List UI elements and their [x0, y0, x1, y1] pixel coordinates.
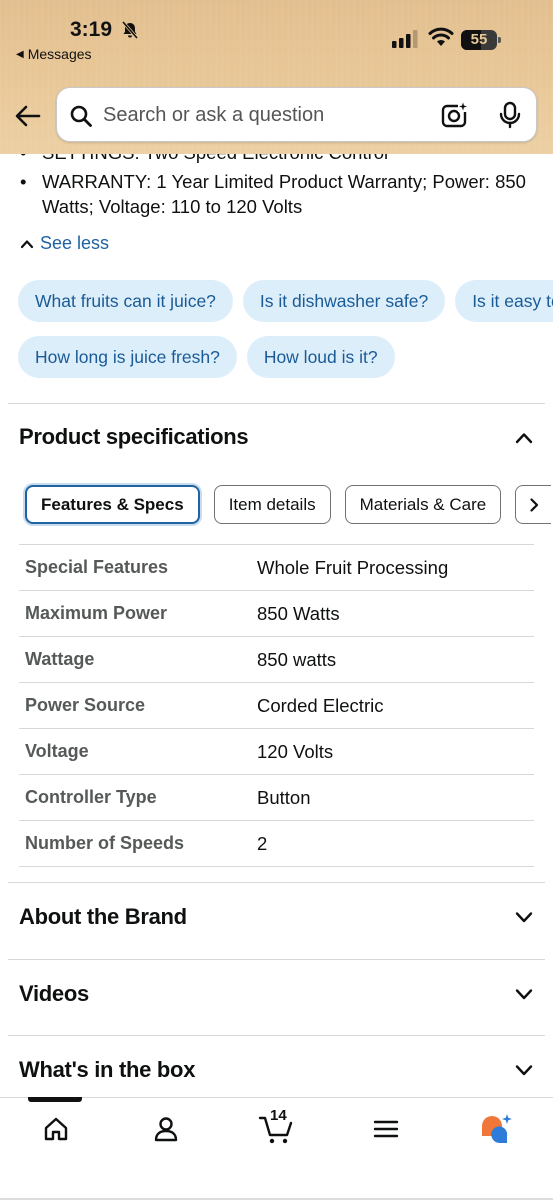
account-icon: [154, 1117, 178, 1142]
feature-bullets: SETTINGS: Two Speed Electronic Control W…: [18, 154, 528, 223]
nav-rufus-assistant[interactable]: [466, 1112, 526, 1146]
chevron-up-icon: [515, 433, 533, 444]
home-icon: [44, 1117, 68, 1141]
question-chip[interactable]: Is it dishwasher safe?: [242, 280, 446, 322]
section-divider: [8, 882, 545, 883]
nav-account[interactable]: [136, 1112, 196, 1146]
battery-body: 55: [461, 30, 497, 50]
cart-count-badge: 14: [270, 1107, 287, 1124]
battery-cap: [498, 37, 501, 43]
section-divider: [8, 403, 545, 404]
camera-lens-icon[interactable]: [441, 101, 469, 129]
spec-label: Power Source: [25, 695, 146, 715]
status-time: 3:19: [70, 18, 113, 41]
chevron-down-icon: [515, 912, 533, 923]
table-row: Number of Speeds 2: [19, 821, 534, 867]
spec-label: Number of Speeds: [25, 833, 185, 853]
table-row: Power Source Corded Electric: [19, 683, 534, 729]
spec-value: Corded Electric: [257, 694, 384, 716]
table-row: Maximum Power 850 Watts: [19, 591, 534, 637]
spec-label: Wattage: [25, 649, 95, 669]
spec-value: 850 Watts: [257, 602, 340, 624]
search-icon: [70, 105, 92, 127]
spec-value: 120 Volts: [257, 740, 334, 762]
section-title: Videos: [19, 981, 89, 1006]
tabs-scroll-right-button[interactable]: [515, 485, 552, 524]
section-divider: [8, 1035, 545, 1036]
suggested-questions-row: How long is juice fresh? How loud is it?: [18, 336, 395, 378]
rufus-assistant-icon: [482, 1114, 512, 1144]
spec-value: Button: [257, 786, 311, 808]
see-less-label: See less: [40, 233, 110, 253]
tab-features-specs[interactable]: Features & Specs: [25, 485, 200, 524]
spec-label: Maximum Power: [25, 603, 168, 623]
tab-materials-care[interactable]: Materials & Care: [344, 485, 502, 524]
question-chip[interactable]: What fruits can it juice?: [18, 280, 233, 322]
spec-table: Special Features Whole Fruit Processing …: [19, 544, 534, 867]
section-title: What's in the box: [19, 1057, 196, 1082]
cellular-signal-icon: [392, 30, 418, 48]
table-row: Special Features Whole Fruit Processing: [19, 545, 534, 591]
battery-percent: 55: [470, 31, 488, 48]
spec-value: 2: [257, 832, 268, 854]
nav-menu[interactable]: [356, 1112, 416, 1146]
chevron-down-icon: [515, 989, 533, 1000]
spec-tabs: Features & Specs Item details Materials …: [25, 485, 552, 525]
chevron-up-icon: [20, 239, 34, 248]
question-chip[interactable]: How loud is it?: [246, 336, 395, 378]
section-title: About the Brand: [19, 904, 187, 929]
spec-label: Voltage: [25, 741, 89, 761]
spec-label: Special Features: [25, 557, 169, 577]
microphone-icon[interactable]: [497, 101, 523, 129]
section-divider: [8, 959, 545, 960]
search-input[interactable]: [103, 98, 423, 132]
see-less-link[interactable]: See less: [20, 233, 109, 254]
back-to-messages-link[interactable]: ◀ Messages: [16, 46, 92, 62]
wifi-icon: [428, 27, 454, 46]
bell-slash-icon: [121, 21, 139, 39]
spec-label: Controller Type: [25, 787, 157, 807]
question-chip[interactable]: How long is juice fresh?: [18, 336, 237, 378]
back-triangle-icon: ◀: [16, 48, 24, 60]
table-row: Wattage 850 watts: [19, 637, 534, 683]
product-detail-content: SETTINGS: Two Speed Electronic Control W…: [0, 154, 553, 1098]
nav-home[interactable]: [26, 1112, 86, 1146]
search-bar[interactable]: [56, 87, 537, 142]
spec-value: 850 watts: [257, 648, 337, 670]
menu-icon: [373, 1120, 399, 1138]
battery-indicator: 55: [461, 30, 501, 50]
active-tab-indicator: [28, 1097, 82, 1102]
chevron-down-icon: [515, 1065, 533, 1076]
section-title: Product specifications: [19, 424, 249, 449]
feature-bullet: WARRANTY: 1 Year Limited Product Warrant…: [18, 169, 528, 219]
spec-value: Whole Fruit Processing: [257, 556, 449, 578]
chevron-right-icon: [530, 497, 538, 512]
feature-bullet: SETTINGS: Two Speed Electronic Control: [18, 154, 528, 165]
back-to-app-label: Messages: [27, 46, 92, 62]
question-chip[interactable]: Is it easy to clean?: [455, 280, 553, 322]
app-header: 3:19 ◀ Messages 55: [0, 0, 553, 154]
suggested-questions-row: What fruits can it juice? Is it dishwash…: [18, 280, 553, 322]
table-row: Controller Type Button: [19, 775, 534, 821]
back-arrow-icon[interactable]: [14, 102, 42, 130]
tab-item-details[interactable]: Item details: [213, 485, 331, 524]
table-row: Voltage 120 Volts: [19, 729, 534, 775]
bottom-navigation: 14: [0, 1097, 553, 1200]
